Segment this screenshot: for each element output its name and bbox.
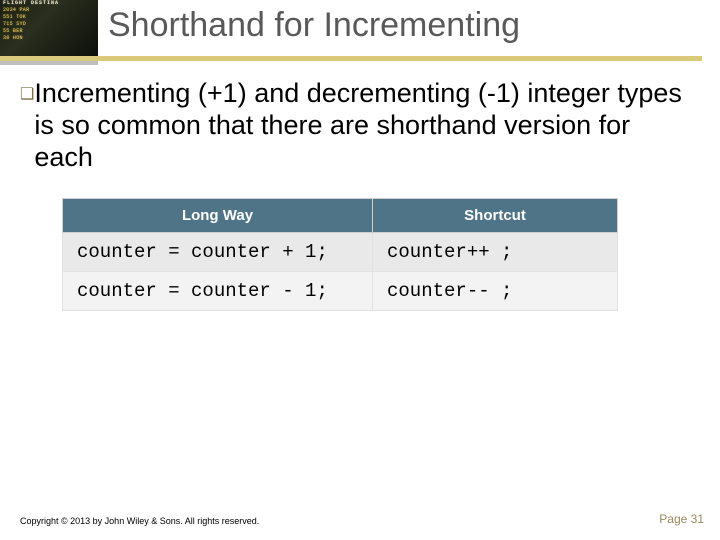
content-area: ❑ Incrementing (+1) and decrementing (-1… <box>20 78 696 311</box>
col-long-way: Long Way <box>63 198 373 232</box>
bullet-item: ❑ Incrementing (+1) and decrementing (-1… <box>20 78 696 174</box>
shortcut-table: Long Way Shortcut counter = counter + 1;… <box>62 198 618 311</box>
slide-title: Shorthand for Incrementing <box>108 6 520 45</box>
departure-board-image: FLIGHT DESTINA 2034 PAR 551 TOK 715 SYD … <box>0 0 98 56</box>
cell-short: counter-- ; <box>373 271 618 310</box>
table-row: counter = counter + 1; counter++ ; <box>63 232 618 271</box>
bullet-icon: ❑ <box>20 78 34 174</box>
table-header-row: Long Way Shortcut <box>63 198 618 232</box>
slide: FLIGHT DESTINA 2034 PAR 551 TOK 715 SYD … <box>0 0 720 540</box>
board-row: 38 HON <box>0 35 98 42</box>
copyright-text: Copyright © 2013 by John Wiley & Sons. A… <box>20 516 259 526</box>
cell-long: counter = counter - 1; <box>63 271 373 310</box>
board-row: 715 SYD <box>0 21 98 28</box>
board-header: FLIGHT DESTINA <box>0 0 98 7</box>
board-row: 55 BER <box>0 28 98 35</box>
board-row: 551 TOK <box>0 14 98 21</box>
cell-long: counter = counter + 1; <box>63 232 373 271</box>
header: FLIGHT DESTINA 2034 PAR 551 TOK 715 SYD … <box>0 0 720 64</box>
bullet-text: Incrementing (+1) and decrementing (-1) … <box>34 78 696 174</box>
page-number: Page 31 <box>659 512 704 526</box>
cell-short: counter++ ; <box>373 232 618 271</box>
grey-accent <box>0 61 98 65</box>
board-row: 2034 PAR <box>0 7 98 14</box>
col-shortcut: Shortcut <box>373 198 618 232</box>
table-row: counter = counter - 1; counter-- ; <box>63 271 618 310</box>
title-underline <box>0 56 702 61</box>
